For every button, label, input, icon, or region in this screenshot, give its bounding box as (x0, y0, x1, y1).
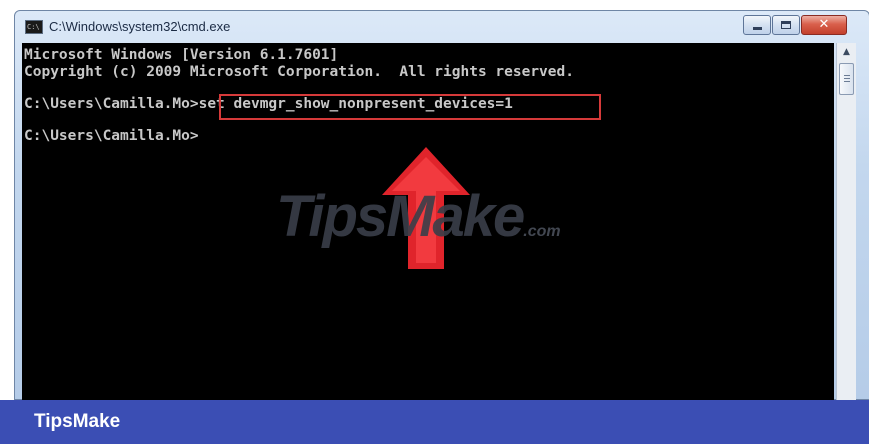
maximize-icon (781, 21, 791, 29)
command-highlight-box (219, 94, 601, 120)
window-title: C:\Windows\system32\cmd.exe (49, 19, 231, 34)
close-button[interactable]: ✕ (801, 15, 847, 35)
console-line: Microsoft Windows [Version 6.1.7601] (24, 47, 339, 63)
minimize-button[interactable] (743, 15, 771, 35)
scroll-thumb[interactable] (839, 63, 854, 95)
console-output[interactable]: Microsoft Windows [Version 6.1.7601] Cop… (22, 43, 834, 401)
footer-brand-bar: TipsMake (0, 400, 869, 444)
console-prompt-line: C:\Users\Camilla.Mo> (24, 128, 199, 144)
cmd-app-icon[interactable]: C:\ (25, 20, 43, 34)
watermark-suffix: .com (523, 223, 561, 240)
cmd-window: C:\ C:\Windows\system32\cmd.exe ✕ Micros… (14, 10, 869, 401)
console-line: Copyright (c) 2009 Microsoft Corporation… (24, 64, 574, 80)
grip-line (844, 78, 850, 79)
grip-line (844, 75, 850, 76)
scroll-up-icon[interactable]: ▲ (837, 43, 856, 61)
watermark-logo: TipsMake.com (276, 183, 561, 250)
watermark-text: TipsMake (276, 184, 525, 249)
minimize-icon (753, 27, 762, 30)
maximize-button[interactable] (772, 15, 800, 35)
vertical-scrollbar[interactable]: ▲ (836, 43, 856, 401)
grip-line (844, 81, 850, 82)
close-icon: ✕ (818, 17, 830, 32)
title-bar[interactable]: C:\ C:\Windows\system32\cmd.exe ✕ (15, 11, 869, 43)
footer-brand: TipsMake (34, 411, 121, 432)
